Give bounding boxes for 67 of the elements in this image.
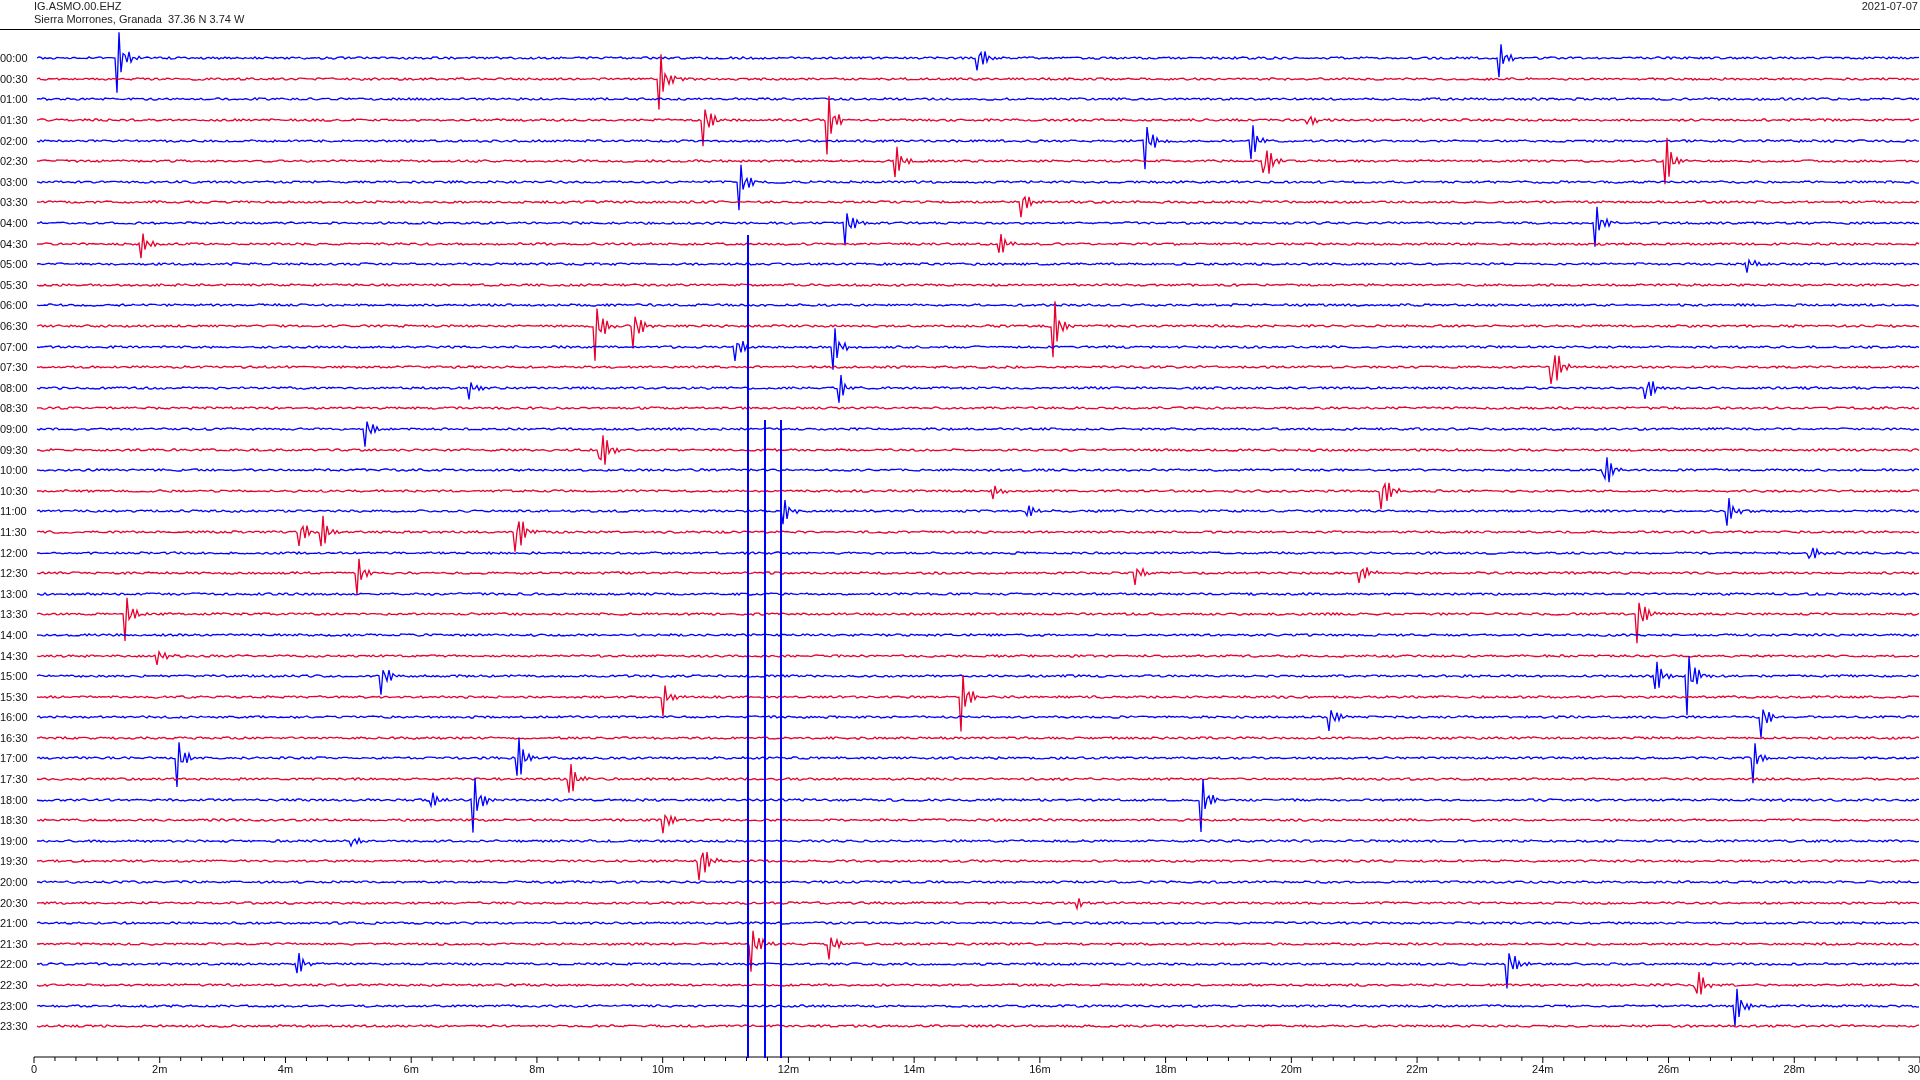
row-time-label: 01:30: [0, 114, 29, 127]
row-time-label: 20:00: [0, 876, 29, 889]
row-time-label: 09:00: [0, 423, 29, 435]
time-axis-label: 20m: [1280, 1062, 1303, 1075]
row-time-label: 17:00: [0, 752, 29, 765]
time-axis-label: 30: [1907, 1062, 1920, 1075]
time-axis-label: 14m: [903, 1062, 925, 1075]
row-time-label: 17:30: [0, 773, 29, 786]
row-time-label: 21:00: [0, 917, 29, 930]
time-axis-label: 22m: [1406, 1062, 1428, 1075]
row-time-label: 02:00: [0, 134, 29, 147]
row-time-label: 22:30: [0, 979, 29, 991]
row-time-label: 07:30: [0, 361, 29, 374]
row-time-label: 20:30: [0, 896, 29, 909]
time-axis-label: 28m: [1783, 1062, 1805, 1075]
station-location: Sierra Morrones, Granada 37.36 N 3.74 W: [34, 13, 245, 26]
row-time-label: 05:00: [0, 258, 29, 271]
row-time-label: 04:00: [0, 217, 29, 230]
row-time-label: 12:00: [0, 546, 29, 559]
row-time-label: 11:30: [0, 525, 28, 538]
row-time-label: 09:30: [0, 443, 29, 456]
time-axis-label: 6m: [403, 1062, 419, 1075]
row-time-label: 13:00: [0, 587, 29, 600]
row-time-label: 04:30: [0, 237, 29, 250]
row-time-label: 05:30: [0, 278, 29, 291]
row-time-label: 00:30: [0, 72, 29, 85]
time-axis-label: 12m: [777, 1062, 800, 1075]
time-axis-label: 24m: [1532, 1062, 1554, 1075]
row-time-label: 13:30: [0, 608, 29, 621]
row-time-label: 15:30: [0, 690, 29, 703]
time-axis-label: 16m: [1029, 1062, 1051, 1075]
row-time-label: 23:30: [0, 1020, 29, 1033]
row-time-label: 08:00: [0, 381, 29, 394]
row-time-label: 18:30: [0, 814, 29, 827]
row-time-label: 21:30: [0, 937, 29, 950]
row-time-label: 08:30: [0, 402, 29, 415]
row-time-label: 00:00: [0, 52, 29, 65]
time-axis-label: 18m: [1154, 1062, 1177, 1075]
row-time-label: 22:00: [0, 958, 29, 971]
row-time-label: 14:30: [0, 649, 29, 662]
row-time-label: 03:00: [0, 175, 29, 188]
row-time-label: 14:00: [0, 628, 29, 641]
row-time-label: 18:00: [0, 793, 29, 806]
row-time-label: 16:00: [0, 711, 29, 724]
row-time-label: 06:00: [0, 299, 29, 312]
row-time-label: 01:00: [0, 93, 29, 106]
row-time-label: 02:30: [0, 155, 29, 168]
station-code: IG.ASMO.00.EHZ: [34, 0, 123, 13]
row-time-label: 15:00: [0, 670, 29, 683]
time-axis-label: 4m: [277, 1062, 294, 1075]
row-time-label: 07:00: [0, 340, 29, 353]
row-time-label: 06:30: [0, 320, 29, 332]
time-axis-label: 10m: [651, 1062, 674, 1075]
row-time-label: 03:30: [0, 196, 29, 209]
row-time-label: 19:00: [0, 834, 29, 847]
row-time-label: 23:00: [0, 999, 29, 1012]
row-time-label: 10:30: [0, 484, 29, 497]
row-time-label: 12:30: [0, 567, 29, 580]
time-axis-label: 8m: [529, 1062, 545, 1075]
time-axis-label: 0: [30, 1062, 38, 1075]
plot-date: 2021-07-07: [1861, 0, 1918, 14]
time-axis-label: 26m: [1657, 1062, 1680, 1075]
time-axis-label: 2m: [152, 1062, 168, 1075]
row-time-label: 11:00: [0, 505, 28, 518]
row-time-label: 19:30: [0, 855, 29, 868]
row-time-label: 10:00: [0, 464, 29, 477]
row-time-label: 16:30: [0, 731, 29, 744]
